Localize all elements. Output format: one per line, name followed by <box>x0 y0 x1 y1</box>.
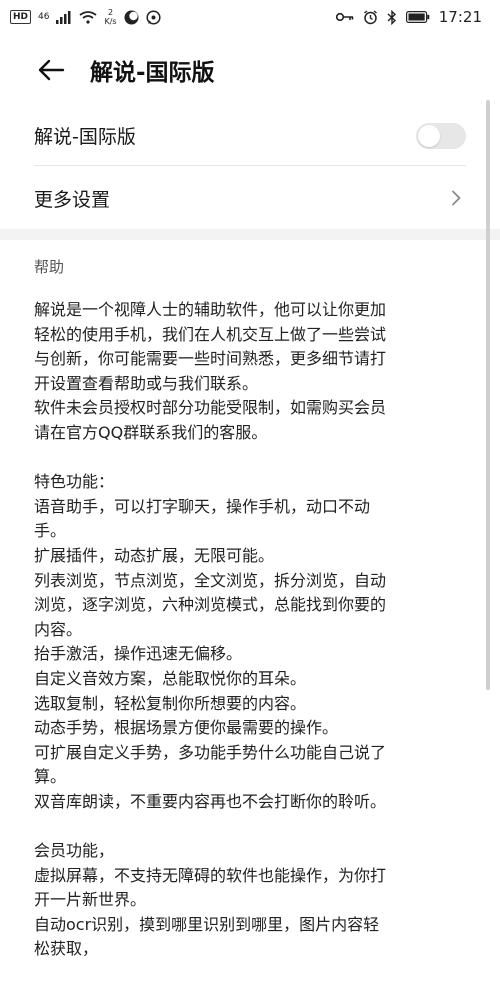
status-bar: HD 46 2 K/s 17:21 <box>0 0 500 34</box>
help-line <box>34 814 474 839</box>
enable-toggle-row[interactable]: 解说-国际版 <box>34 106 466 166</box>
key-icon <box>335 12 354 22</box>
bluetooth-icon <box>387 9 397 25</box>
help-line: 抬手激活，操作迅速无偏移。 <box>34 644 243 664</box>
network-type: 46 <box>38 12 50 22</box>
section-divider <box>0 229 500 240</box>
help-line: 特色功能： <box>34 472 115 492</box>
whatsapp-icon <box>146 9 161 25</box>
help-line: 自定义音效方案，总能取悦你的耳朵。 <box>34 668 307 688</box>
more-settings-row[interactable]: 更多设置 <box>34 167 466 229</box>
help-line: 双音库朗读，不重要内容再也不会打断你的聆听。 <box>34 791 387 811</box>
help-line: 动态手势，根据场景方便你最需要的操作。 <box>34 718 339 738</box>
help-line: 请在官方QQ群联系我们的客服。 <box>34 422 268 442</box>
status-right: 17:21 <box>335 8 482 26</box>
help-line: 可扩展自定义手势，多功能手势什么功能自己说了 <box>34 742 387 762</box>
help-section-title: 帮助 <box>34 258 65 276</box>
help-line <box>34 446 474 471</box>
toggle-label: 解说-国际版 <box>34 126 136 148</box>
back-arrow-icon[interactable] <box>34 53 68 87</box>
help-line: 列表浏览，节点浏览，全文浏览，拆分浏览，自动 <box>34 570 387 590</box>
help-line: 解说是一个视障人士的辅助软件，他可以让你更加 <box>34 300 387 319</box>
help-line: 与创新，你可能需要一些时间熟悉，更多细节请打 <box>34 349 387 369</box>
help-line: 开一片新世界。 <box>34 890 147 910</box>
help-line: 轻松的使用手机，我们在人机交互上做了一些尝试 <box>34 324 387 344</box>
more-settings-label: 更多设置 <box>34 188 111 211</box>
help-line: 虚拟屏幕，不支持无障碍的软件也能操作，为你打 <box>34 865 387 885</box>
clock-time: 17:21 <box>438 8 482 26</box>
help-line: 会员功能， <box>34 841 115 861</box>
network-speed: 2 K/s <box>104 8 116 26</box>
alarm-icon <box>363 9 378 25</box>
wifi-icon <box>79 10 98 24</box>
speed-value: 2 <box>107 8 114 17</box>
help-line: 算。 <box>34 767 67 787</box>
help-line: 扩展插件，动态扩展，无限可能。 <box>34 545 275 565</box>
help-line: 选取复制，轻松复制你所想要的内容。 <box>34 693 307 713</box>
help-line: 自动ocr识别，摸到哪里识别到哪里，图片内容轻 <box>34 914 380 934</box>
help-line: 内容。 <box>34 619 83 639</box>
switch-knob <box>418 124 440 147</box>
enable-switch[interactable] <box>416 122 466 149</box>
help-text: 解说是一个视障人士的辅助软件，他可以让你更加 轻松的使用手机，我们在人机交互上做了… <box>34 298 474 962</box>
speed-unit: K/s <box>104 17 117 26</box>
chevron-right-icon <box>446 188 466 208</box>
signal-icon <box>56 10 72 24</box>
help-line: 语音助手，可以打字聊天，操作手机，动口不动 <box>34 496 371 516</box>
app-header: 解说-国际版 <box>0 34 500 106</box>
page-title: 解说-国际版 <box>90 60 215 86</box>
battery-icon <box>405 11 430 23</box>
moon-app-icon <box>124 10 139 25</box>
help-line: 手。 <box>34 521 67 541</box>
help-line: 浏览，逐字浏览，六种浏览模式，总能找到你要的 <box>34 595 387 615</box>
scrollbar[interactable] <box>486 100 490 690</box>
hd-badge: HD <box>10 10 32 24</box>
help-line: 松获取， <box>34 939 99 959</box>
help-line: 开设置查看帮助或与我们联系。 <box>34 373 259 393</box>
help-line: 软件未会员授权时部分功能受限制，如需购买会员 <box>34 398 387 418</box>
status-left: HD 46 2 K/s <box>10 8 161 26</box>
